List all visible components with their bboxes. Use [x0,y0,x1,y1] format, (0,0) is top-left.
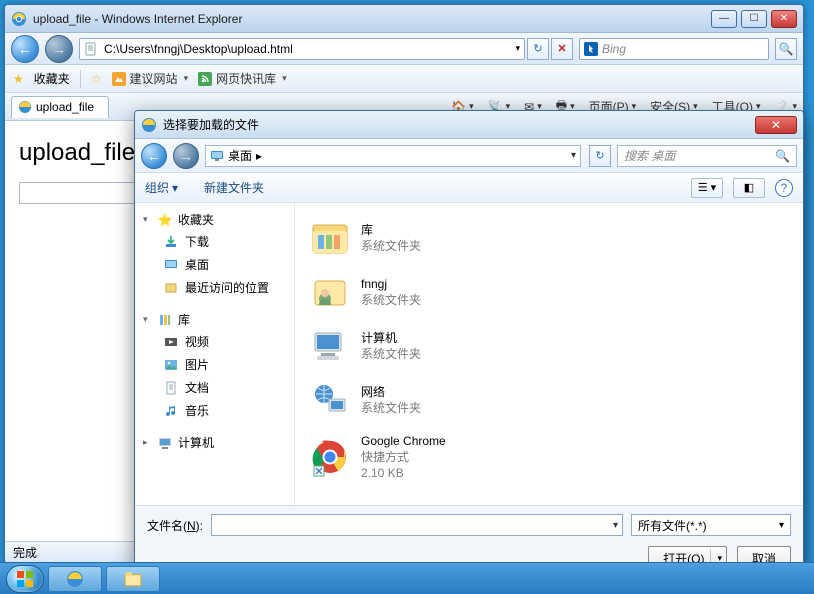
favorites-label[interactable]: 收藏夹 [34,70,70,87]
search-icon: 🔍 [775,149,790,163]
search-go-button[interactable]: 🔍 [775,38,797,60]
favorites-bar: ★ 收藏夹 ☆ 建议网站▾ 网页快讯库▾ [5,65,803,93]
list-item[interactable]: Google Chrome快捷方式2.10 KB [305,427,793,488]
dialog-help-button[interactable]: ? [775,179,793,197]
breadcrumb-dropdown-icon[interactable]: ▾ [571,150,576,161]
stop-button[interactable]: ✕ [551,38,573,60]
ie-icon [11,11,27,27]
list-item[interactable]: 库系统文件夹 [305,211,793,265]
refresh-button[interactable]: ↻ [527,38,549,60]
navigation-pane: ▾⭐收藏夹 下载 桌面 最近访问的位置 ▾库 视频 图片 文档 音乐 ▸计算机 [135,203,295,505]
taskbar-ie-button[interactable] [48,566,102,592]
window-controls: — ☐ ✕ [711,10,797,28]
start-button[interactable] [6,565,44,593]
new-folder-button[interactable]: 新建文件夹 [204,179,264,196]
search-placeholder: Bing [602,42,626,56]
preview-pane-button[interactable]: ◧ [733,178,765,198]
side-desktop[interactable]: 桌面 [135,253,294,276]
network-icon [309,379,351,421]
side-music[interactable]: 音乐 [135,399,294,422]
page-icon [84,42,98,56]
dialog-body: ▾⭐收藏夹 下载 桌面 最近访问的位置 ▾库 视频 图片 文档 音乐 ▸计算机 … [135,203,803,505]
organize-menu[interactable]: 组织 ▾ [145,179,178,196]
view-mode-button[interactable]: ☰▾ [691,178,723,198]
documents-icon [163,380,179,396]
reopen-tabs-button[interactable]: ☆ [91,72,102,86]
address-dropdown-icon[interactable]: ▾ [515,43,520,54]
side-pictures[interactable]: 图片 [135,353,294,376]
videos-icon [163,334,179,350]
dialog-refresh-button[interactable]: ↻ [589,145,611,167]
separator [80,70,81,88]
web-slices[interactable]: 网页快讯库▾ [198,70,287,87]
computer-icon [309,325,351,367]
search-box[interactable]: Bing [579,38,769,60]
music-icon [163,403,179,419]
ie-icon [141,117,157,133]
desktop-icon [163,257,179,273]
star-icon: ⭐ [157,212,173,228]
file-list[interactable]: 库系统文件夹 fnngj系统文件夹 计算机系统文件夹 网络系统文件夹 Googl… [295,203,803,505]
desktop-icon [210,149,224,163]
tab-label: upload_file [36,100,94,114]
dialog-nav: ← → 桌面 ▸ ▾ ↻ 搜索 桌面 🔍 [135,139,803,173]
minimize-button[interactable]: — [711,10,737,28]
filename-combobox[interactable]: ▾ [211,514,623,536]
user-folder-icon [309,271,351,313]
filename-label: 文件名(N): [147,517,203,534]
pictures-icon [163,357,179,373]
breadcrumb-box[interactable]: 桌面 ▸ ▾ [205,145,581,167]
address-bar[interactable]: ▾ [79,38,525,60]
maximize-button[interactable]: ☐ [741,10,767,28]
list-item[interactable]: 计算机系统文件夹 [305,319,793,373]
taskbar [0,562,814,594]
forward-button[interactable]: → [45,35,73,63]
libraries-icon [157,312,173,328]
side-videos[interactable]: 视频 [135,330,294,353]
ie-titlebar: upload_file - Windows Internet Explorer … [5,5,803,33]
window-title: upload_file - Windows Internet Explorer [33,12,711,26]
side-documents[interactable]: 文档 [135,376,294,399]
dialog-close-button[interactable]: ✕ [755,116,797,134]
filename-dropdown-icon[interactable]: ▾ [613,520,618,531]
suggested-sites[interactable]: 建议网站▾ [112,70,189,87]
status-text: 完成 [13,544,37,561]
bing-icon [584,42,598,56]
dialog-titlebar: 选择要加载的文件 ✕ [135,111,803,139]
dialog-title: 选择要加载的文件 [163,116,755,133]
list-item[interactable]: fnngj系统文件夹 [305,265,793,319]
search-placeholder: 搜索 桌面 [624,147,675,164]
breadcrumb-arrow-icon[interactable]: ▸ [256,149,262,163]
file-type-filter[interactable]: 所有文件(*.*)▾ [631,514,791,536]
downloads-icon [163,234,179,250]
chrome-icon [309,436,351,478]
close-button[interactable]: ✕ [771,10,797,28]
side-downloads[interactable]: 下载 [135,230,294,253]
favorites-star-icon[interactable]: ★ [13,72,24,86]
dialog-search-box[interactable]: 搜索 桌面 🔍 [617,145,797,167]
dialog-back-button[interactable]: ← [141,143,167,169]
side-libraries[interactable]: ▾库 [135,309,294,330]
breadcrumb-text: 桌面 [228,147,252,164]
taskbar-explorer-button[interactable] [106,566,160,592]
open-file-dialog: 选择要加载的文件 ✕ ← → 桌面 ▸ ▾ ↻ 搜索 桌面 🔍 组织 ▾ 新建文… [134,110,804,580]
filename-input[interactable] [216,517,613,533]
tab-upload-file[interactable]: upload_file [11,96,109,118]
back-button[interactable]: ← [11,35,39,63]
side-favorites[interactable]: ▾⭐收藏夹 [135,209,294,230]
recent-icon [163,280,179,296]
libraries-icon [309,217,351,259]
side-recent[interactable]: 最近访问的位置 [135,276,294,299]
ie-navbar: ← → ▾ ↻ ✕ Bing 🔍 [5,33,803,65]
side-computer[interactable]: ▸计算机 [135,432,294,453]
dialog-toolbar: 组织 ▾ 新建文件夹 ☰▾ ◧ ? [135,173,803,203]
address-input[interactable] [102,41,511,57]
address-bar-wrap: ▾ ↻ ✕ [79,38,573,60]
list-item[interactable]: 网络系统文件夹 [305,373,793,427]
computer-icon [157,435,173,451]
dialog-forward-button[interactable]: → [173,143,199,169]
